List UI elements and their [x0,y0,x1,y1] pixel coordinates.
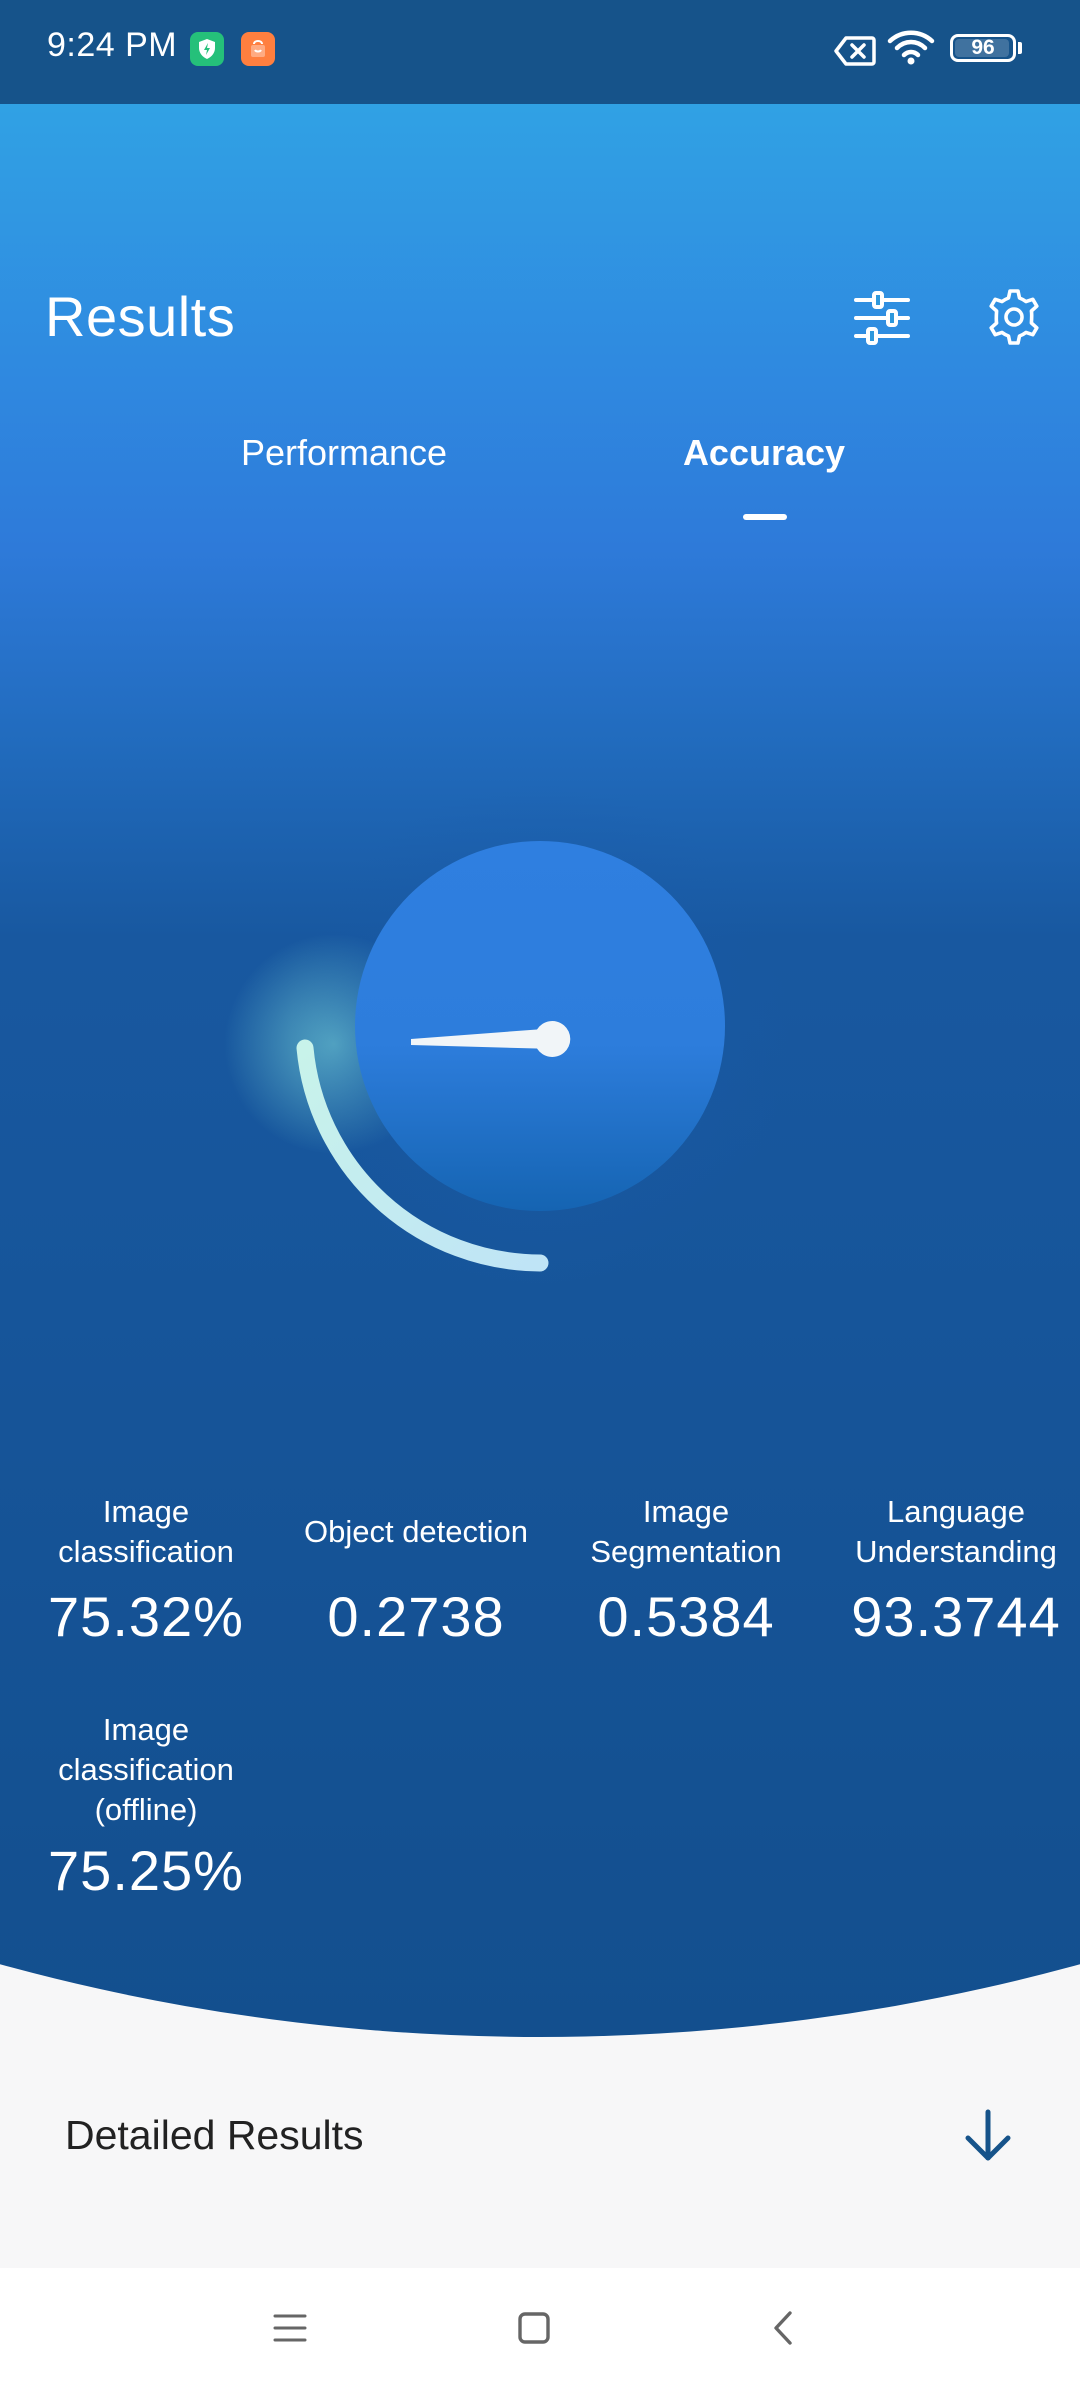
metric-image-classification-offline: Image classification (offline) 75.25% [20,1710,272,1904]
accuracy-gauge [224,784,790,1284]
metric-language-understanding: Language Understanding 93.3744 [830,1492,1080,1650]
metric-value: 75.25% [48,1839,244,1902]
battery-icon: 96 [950,34,1016,62]
gear-icon [989,289,1039,345]
tab-performance[interactable]: Performance [214,432,474,474]
metric-label: Language Understanding [855,1494,1057,1569]
metric-label: Image classification [58,1494,234,1569]
back-icon[interactable] [764,2308,804,2348]
metric-value: 75.32% [48,1585,244,1648]
status-bar: 9:24 PM 96 [0,0,1080,104]
metric-value: 0.2738 [327,1585,505,1648]
menu-icon[interactable] [270,2308,310,2348]
page-title: Results [45,285,236,348]
status-time: 9:24 PM [47,26,178,64]
detailed-results-row[interactable]: Detailed Results [0,2044,1080,2268]
sliders-icon [854,291,910,345]
settings-button[interactable] [984,287,1044,347]
results-hero: Results Performance Accuracy Image class… [0,104,1080,2044]
arrow-down-icon[interactable] [960,2108,1016,2164]
tab-accuracy[interactable]: Accuracy [634,432,894,474]
battery-percentage: 96 [971,36,995,59]
metric-value: 93.3744 [851,1585,1061,1648]
metric-label: Image classification (offline) [58,1712,234,1827]
filter-button[interactable] [850,290,914,346]
tab-indicator [743,514,787,520]
detailed-results-label: Detailed Results [65,2112,364,2158]
metric-label: Object detection [303,1514,529,1549]
shield-notification-icon [190,32,224,66]
store-notification-icon [241,32,275,66]
no-sim-icon [834,36,876,66]
metric-image-segmentation: Image Segmentation 0.5384 [560,1492,812,1650]
metric-image-classification: Image classification 75.32% [20,1492,272,1650]
battery-tip [1018,42,1022,54]
metric-value: 0.5384 [597,1585,775,1648]
metric-label: Image Segmentation [590,1494,782,1569]
wifi-icon [887,30,935,65]
home-icon[interactable] [514,2308,554,2348]
navigation-bar [0,2268,1080,2400]
metric-object-detection: Object detection 0.2738 [290,1512,542,1650]
